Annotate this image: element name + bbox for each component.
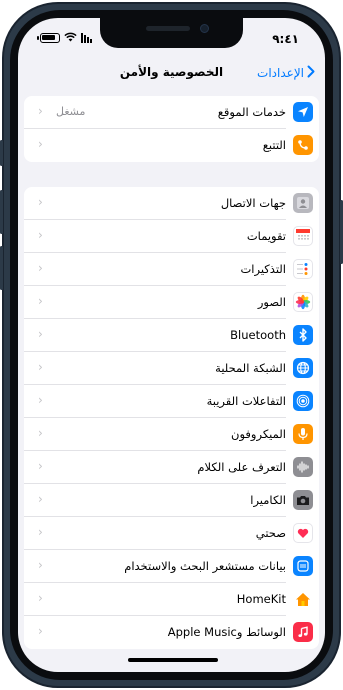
chevron-left-icon: ‹ (38, 393, 43, 407)
device-volume-up (0, 190, 3, 234)
row-media-apple-music[interactable]: الوسائط وApple Music ‹ (24, 616, 319, 649)
row-label: التذكيرات (240, 262, 286, 276)
chevron-left-icon: ‹ (38, 228, 43, 242)
settings-group-location: خدمات الموقع مشغل ‹ التتبع ‹ (24, 96, 319, 162)
research-sensor-icon (293, 556, 313, 576)
contacts-icon (293, 193, 313, 213)
row-label: الصور (257, 295, 286, 309)
status-icons (37, 32, 92, 44)
chevron-left-icon: ‹ (38, 426, 43, 440)
device-volume-down (0, 246, 3, 290)
row-label: الكاميرا (250, 493, 286, 507)
chevron-left-icon: ‹ (38, 360, 43, 374)
photos-icon (293, 292, 313, 312)
row-value: مشغل (56, 105, 86, 118)
music-note-icon (293, 622, 313, 642)
cellular-signal-icon (81, 33, 92, 43)
camera-icon (293, 490, 313, 510)
chevron-left-icon: ‹ (38, 459, 43, 473)
row-label: الميكروفون (231, 427, 286, 441)
chevron-left-icon: ‹ (38, 104, 43, 118)
row-label: Bluetooth (230, 328, 286, 342)
row-label: التفاعلات القريبة (206, 394, 286, 408)
device-mute-switch (0, 140, 3, 166)
home-icon (293, 589, 313, 609)
row-tracking[interactable]: التتبع ‹ (24, 129, 319, 162)
chevron-left-icon: ‹ (38, 525, 43, 539)
navigation-bar: الإعدادات الخصوصية والأمن (18, 58, 325, 90)
row-location-services[interactable]: خدمات الموقع مشغل ‹ (24, 96, 319, 129)
page-title: الخصوصية والأمن (119, 65, 224, 79)
calendar-icon (293, 226, 313, 246)
row-research-sensor[interactable]: بيانات مستشعر البحث والاستخدام ‹ (24, 550, 319, 583)
row-bluetooth[interactable]: Bluetooth ‹ (24, 319, 319, 352)
row-label: الوسائط وApple Music (167, 625, 286, 639)
row-label: التتبع (262, 138, 286, 152)
bluetooth-icon (293, 325, 313, 345)
chevron-left-icon: ‹ (38, 558, 43, 572)
row-nearby-interactions[interactable]: التفاعلات القريبة ‹ (24, 385, 319, 418)
row-label: صحتي (255, 526, 286, 540)
row-photos[interactable]: الصور ‹ (24, 286, 319, 319)
nearby-interactions-icon (293, 391, 313, 411)
row-label: بيانات مستشعر البحث والاستخدام (124, 559, 286, 573)
waveform-icon (293, 457, 313, 477)
chevron-left-icon: ‹ (38, 261, 43, 275)
settings-group-permissions: جهات الاتصال ‹ تقويمات ‹ التذكيرات ‹ الص… (24, 187, 319, 649)
row-health[interactable]: صحتي ‹ (24, 517, 319, 550)
row-label: خدمات الموقع (217, 105, 286, 119)
front-camera (200, 24, 209, 33)
row-speech-recognition[interactable]: التعرف على الكلام ‹ (24, 451, 319, 484)
chevron-left-icon: ‹ (38, 591, 43, 605)
globe-icon (293, 358, 313, 378)
chevron-left-icon: ‹ (38, 327, 43, 341)
row-microphone[interactable]: الميكروفون ‹ (24, 418, 319, 451)
chevron-left-icon: ‹ (38, 492, 43, 506)
location-arrow-icon (293, 102, 313, 122)
status-time: ٩:٤١ (272, 32, 299, 46)
chevron-left-icon: ‹ (38, 624, 43, 638)
tracking-icon (293, 135, 313, 155)
speaker-grille (146, 26, 190, 31)
chevron-left-icon: ‹ (38, 195, 43, 209)
row-label: HomeKit (236, 592, 286, 606)
heart-icon (293, 523, 313, 543)
battery-icon (37, 33, 60, 43)
row-calendars[interactable]: تقويمات ‹ (24, 220, 319, 253)
wifi-icon (64, 32, 77, 44)
reminders-icon (293, 259, 313, 279)
row-label: التعرف على الكلام (197, 460, 286, 474)
chevron-left-icon: ‹ (38, 294, 43, 308)
row-contacts[interactable]: جهات الاتصال ‹ (24, 187, 319, 220)
row-homekit[interactable]: HomeKit ‹ (24, 583, 319, 616)
chevron-left-icon: ‹ (38, 137, 43, 151)
home-indicator[interactable] (128, 658, 218, 662)
row-camera[interactable]: الكاميرا ‹ (24, 484, 319, 517)
phone-screen: ٩:٤١ الإعدادات الخصوصية والأمن خدمات الم… (18, 18, 325, 672)
microphone-icon (293, 424, 313, 444)
row-label: تقويمات (246, 229, 286, 243)
row-label: جهات الاتصال (220, 196, 286, 210)
row-local-network[interactable]: الشبكة المحلية ‹ (24, 352, 319, 385)
row-reminders[interactable]: التذكيرات ‹ (24, 253, 319, 286)
row-label: الشبكة المحلية (215, 361, 286, 375)
notch (100, 18, 243, 48)
